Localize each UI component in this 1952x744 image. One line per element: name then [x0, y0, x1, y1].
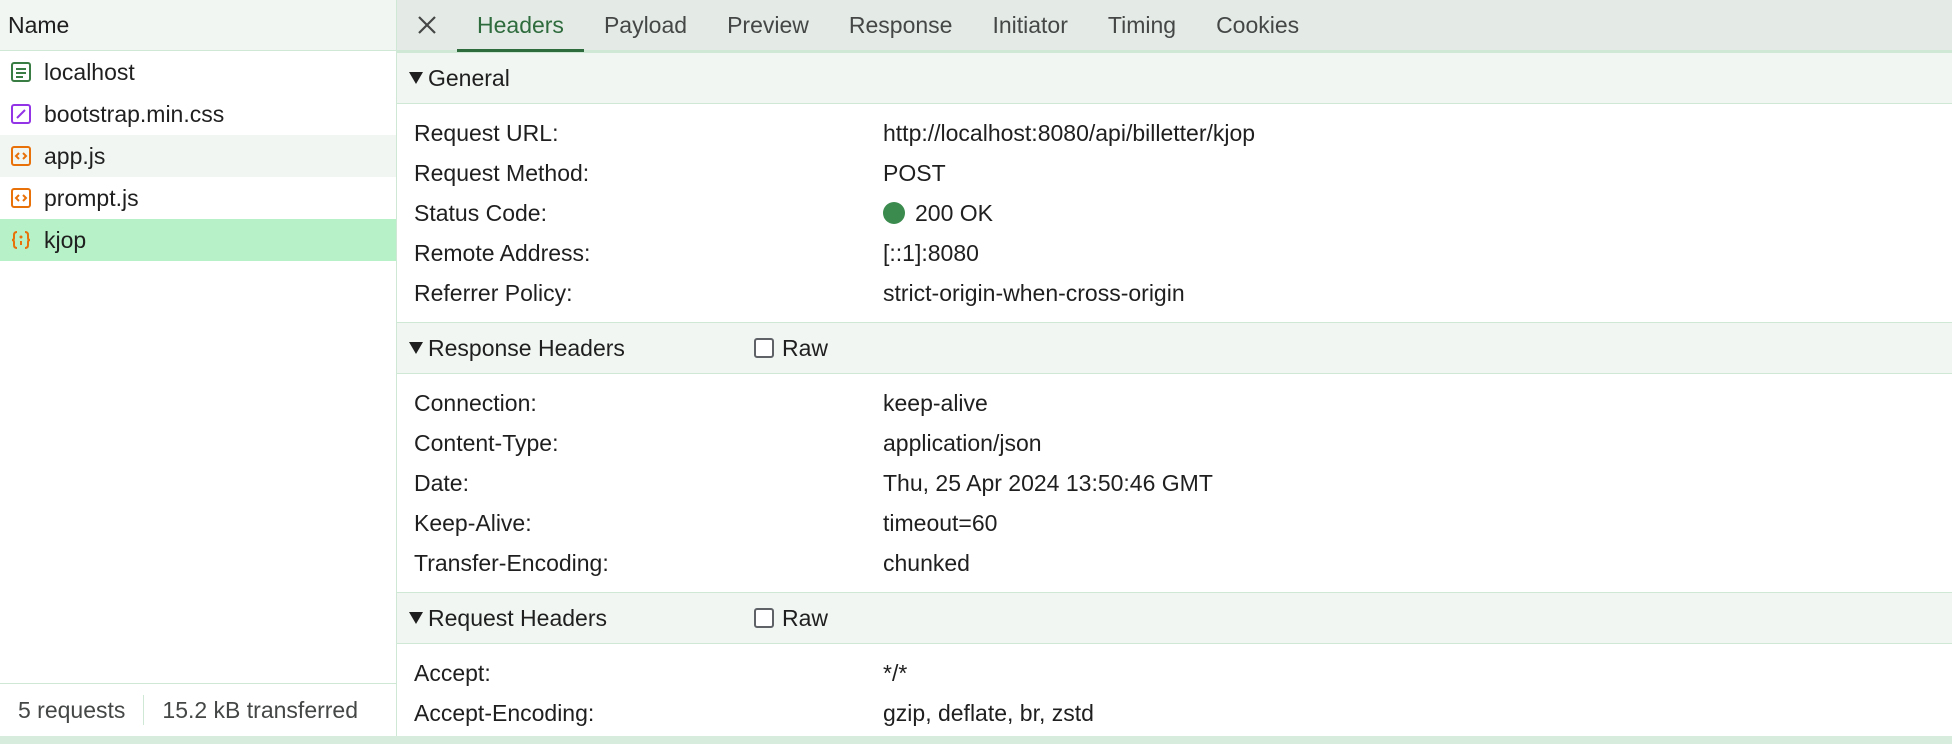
request-name: kjop [44, 226, 87, 253]
stylesheet-icon [11, 104, 31, 124]
status-footer: 5 requests 15.2 kB transferred [0, 683, 396, 736]
transferred-size: 15.2 kB transferred [162, 696, 359, 723]
tab-timing[interactable]: Timing [1088, 0, 1196, 50]
document-icon [11, 62, 31, 82]
collapse-triangle-icon [409, 342, 423, 354]
header-row: Transfer-Encoding: chunked [397, 543, 1952, 583]
general-section-header[interactable]: General [397, 52, 1952, 104]
header-row: Accept-Encoding: gzip, deflate, br, zstd [397, 693, 1952, 733]
header-value: gzip, deflate, br, zstd [883, 699, 1094, 726]
request-headers-section-header[interactable]: Request Headers Raw [397, 592, 1952, 644]
request-row-app-js[interactable]: app.js [0, 135, 396, 177]
raw-toggle[interactable]: Raw [754, 605, 828, 632]
header-value: POST [883, 159, 946, 186]
tab-headers[interactable]: Headers [457, 0, 584, 52]
raw-toggle[interactable]: Raw [754, 335, 828, 362]
tab-preview[interactable]: Preview [707, 0, 829, 50]
raw-checkbox[interactable] [754, 608, 774, 628]
header-value: keep-alive [883, 389, 988, 416]
header-row: Request Method: POST [397, 153, 1952, 193]
section-title: Response Headers [428, 334, 625, 361]
header-row: Status Code: 200 OK [397, 193, 1952, 233]
request-name: localhost [44, 58, 135, 85]
header-key: Referrer Policy: [414, 279, 573, 306]
request-row-prompt-js[interactable]: prompt.js [0, 177, 396, 219]
request-count: 5 requests [18, 696, 126, 723]
header-value: http://localhost:8080/api/billetter/kjop [883, 119, 1256, 146]
response-header-rows: Connection: keep-alive Content-Type: app… [397, 374, 1952, 592]
details-panel: Headers Payload Preview Response Initiat… [397, 0, 1952, 736]
details-tab-bar: Headers Payload Preview Response Initiat… [397, 0, 1952, 52]
close-icon [418, 16, 436, 34]
header-row: Keep-Alive: timeout=60 [397, 503, 1952, 543]
request-row-localhost[interactable]: localhost [0, 51, 396, 93]
header-key: Keep-Alive: [414, 509, 532, 536]
script-icon [11, 188, 31, 208]
header-row: Request URL: http://localhost:8080/api/b… [397, 113, 1952, 153]
header-key: Date: [414, 469, 469, 496]
header-row: Remote Address: [::1]:8080 [397, 233, 1952, 273]
header-value: timeout=60 [883, 509, 998, 536]
header-key: Accept: [414, 659, 491, 686]
header-row: Content-Type: application/json [397, 423, 1952, 463]
header-key: Request Method: [414, 159, 590, 186]
tab-initiator[interactable]: Initiator [972, 0, 1087, 50]
request-name: app.js [44, 142, 106, 169]
collapse-triangle-icon [409, 612, 423, 624]
json-icon [11, 231, 31, 249]
header-value: chunked [883, 549, 970, 576]
section-title: Request Headers [428, 604, 607, 631]
collapse-triangle-icon [409, 72, 423, 84]
header-key: Content-Type: [414, 429, 559, 456]
header-key: Transfer-Encoding: [414, 549, 609, 576]
status-ok-icon [883, 202, 905, 224]
request-name: prompt.js [44, 184, 139, 211]
header-value: [::1]:8080 [883, 239, 979, 266]
status-text: 200 OK [915, 199, 993, 226]
header-value: application/json [883, 429, 1042, 456]
window-bottom-border [0, 736, 1952, 744]
script-icon [11, 146, 31, 166]
close-details-button[interactable] [397, 0, 457, 50]
header-row: Date: Thu, 25 Apr 2024 13:50:46 GMT [397, 463, 1952, 503]
header-key: Connection: [414, 389, 537, 416]
header-key: Request URL: [414, 119, 559, 146]
header-row: Referrer Policy: strict-origin-when-cros… [397, 273, 1952, 313]
requests-panel: Name localhost bootstrap.min.css app.js [0, 0, 397, 736]
header-value: strict-origin-when-cross-origin [883, 279, 1185, 306]
header-value: */* [883, 659, 908, 686]
request-row-kjop[interactable]: kjop [0, 219, 396, 261]
name-column-header[interactable]: Name [0, 0, 396, 51]
raw-label: Raw [782, 334, 829, 361]
tab-cookies[interactable]: Cookies [1196, 0, 1319, 50]
tab-payload[interactable]: Payload [584, 0, 707, 50]
header-key: Status Code: [414, 199, 547, 226]
header-row: Accept: */* [397, 653, 1952, 693]
status-value: 200 OK [883, 200, 993, 227]
raw-label: Raw [782, 604, 829, 631]
request-row-bootstrap[interactable]: bootstrap.min.css [0, 93, 396, 135]
header-row: Connection: keep-alive [397, 383, 1952, 423]
response-headers-section-header[interactable]: Response Headers Raw [397, 322, 1952, 374]
raw-checkbox[interactable] [754, 338, 774, 358]
request-name: bootstrap.min.css [44, 100, 225, 127]
tab-response[interactable]: Response [829, 0, 973, 50]
header-value: Thu, 25 Apr 2024 13:50:46 GMT [883, 469, 1213, 496]
section-title: General [428, 64, 510, 91]
header-key: Accept-Encoding: [414, 699, 595, 726]
header-key: Remote Address: [414, 239, 591, 266]
request-header-rows: Accept: */* Accept-Encoding: gzip, defla… [397, 644, 1952, 736]
general-rows: Request URL: http://localhost:8080/api/b… [397, 104, 1952, 322]
